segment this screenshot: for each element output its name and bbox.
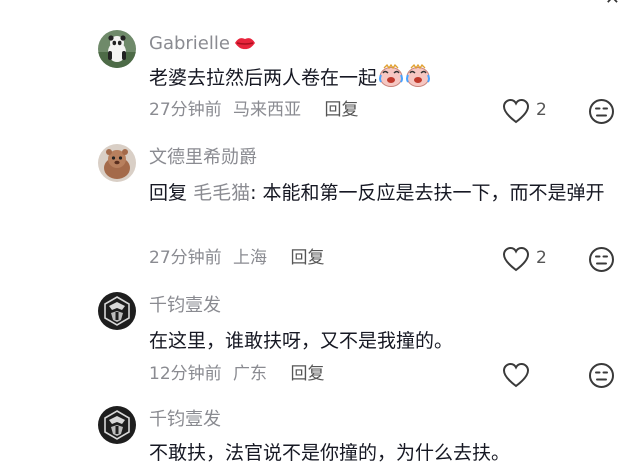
avatar[interactable] xyxy=(98,144,136,182)
dislike-face-icon[interactable] xyxy=(588,246,615,273)
like-heart-icon[interactable] xyxy=(502,98,530,124)
reply-button[interactable]: 回复 xyxy=(290,364,324,384)
header-title-cut: ▁▁ ▁▁▁ xyxy=(28,0,117,6)
comment-meta: 27分钟前 马来西亚 回复 xyxy=(149,99,364,121)
username[interactable]: 文德里希勋爵 xyxy=(149,147,257,169)
comment-time: 27分钟前 xyxy=(149,100,222,120)
like-count: 2 xyxy=(536,100,547,120)
close-icon[interactable]: ✕ xyxy=(605,0,620,6)
comment-location: 广东 xyxy=(233,364,268,384)
comment-text: 在这里，谁敢扶呀，又不是我撞的。 xyxy=(149,330,454,352)
header-strip: ▁▁ ▁▁▁ ✕ xyxy=(0,0,640,6)
username[interactable]: 千钧壹发 xyxy=(149,295,221,317)
comment-text: 不敢扶，法官说不是你撞的，为什么去扶。 xyxy=(149,442,511,464)
comment-time: 27分钟前 xyxy=(149,248,222,268)
mention-username[interactable]: 毛毛猫 xyxy=(193,182,250,204)
crying-laughing-face-emoji xyxy=(378,63,404,96)
comment-text: 回复 毛毛猫: 本能和第一反应是去扶一下，而不是弹开 xyxy=(149,182,605,204)
reply-button[interactable]: 回复 xyxy=(290,248,324,268)
lips-emoji-icon xyxy=(234,34,256,58)
like-heart-icon[interactable] xyxy=(502,362,530,388)
avatar[interactable] xyxy=(98,30,136,68)
dislike-face-icon[interactable] xyxy=(588,362,615,389)
reply-button[interactable]: 回复 xyxy=(324,100,358,120)
comment-time: 12分钟前 xyxy=(149,364,222,384)
like-heart-icon[interactable] xyxy=(502,246,530,272)
comment-text: 老婆去拉然后两人卷在一起 xyxy=(149,63,619,96)
comment-location: 马来西亚 xyxy=(233,100,302,120)
dislike-face-icon[interactable] xyxy=(588,98,615,125)
avatar[interactable] xyxy=(98,292,136,330)
avatar[interactable] xyxy=(98,406,136,444)
comment-meta: 12分钟前 广东 回复 xyxy=(149,363,330,385)
comment-location: 上海 xyxy=(233,248,268,268)
crying-laughing-face-emoji xyxy=(405,63,431,96)
comment-meta: 27分钟前 上海 回复 xyxy=(149,247,330,269)
username[interactable]: Gabrielle xyxy=(149,33,256,58)
like-count: 2 xyxy=(536,248,547,268)
username[interactable]: 千钧壹发 xyxy=(149,409,221,431)
